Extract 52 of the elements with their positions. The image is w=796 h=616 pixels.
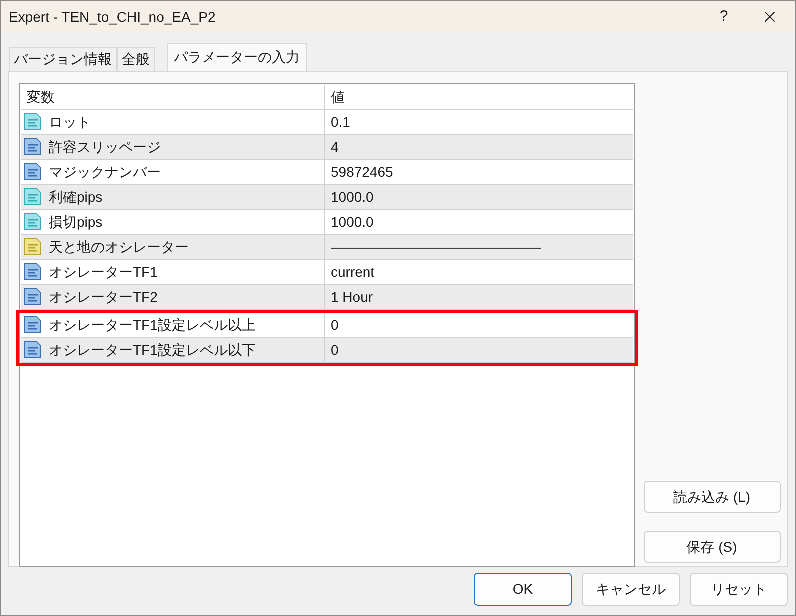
table-row[interactable]: オシレーターTF1設定レベル以上 0 bbox=[21, 313, 633, 338]
table-row[interactable]: マジックナンバー 59872465 bbox=[21, 160, 633, 185]
table-row[interactable]: ロット 0.1 bbox=[21, 110, 633, 135]
number-icon bbox=[23, 340, 43, 360]
parameter-value: current bbox=[331, 262, 375, 282]
parameter-value: 1000.0 bbox=[331, 188, 374, 206]
number-icon bbox=[23, 137, 43, 157]
parameter-value: ——————————————— bbox=[331, 238, 541, 256]
help-button[interactable]: ? bbox=[701, 1, 747, 33]
fraction-icon bbox=[23, 187, 43, 207]
column-header[interactable]: 値 bbox=[331, 86, 345, 108]
parameter-value: 0 bbox=[331, 340, 339, 360]
parameter-value: 0.1 bbox=[331, 112, 350, 132]
dialog-button[interactable]: リセット bbox=[690, 573, 788, 606]
table-row[interactable]: オシレーターTF2 1 Hour bbox=[21, 285, 633, 310]
side-button[interactable]: 保存 (S) bbox=[644, 531, 780, 563]
parameter-value: 4 bbox=[331, 138, 339, 156]
table-row[interactable]: 損切pips 1000.0 bbox=[21, 210, 633, 235]
number-icon bbox=[23, 315, 43, 335]
parameter-value: 1000.0 bbox=[331, 212, 374, 232]
table-row[interactable]: オシレーターTF1設定レベル以下 0 bbox=[21, 338, 633, 363]
side-button[interactable]: 読み込み (L) bbox=[644, 481, 780, 513]
tab[interactable]: バージョン情報 bbox=[9, 47, 117, 71]
table-row[interactable]: オシレーターTF1 current bbox=[21, 260, 633, 285]
parameter-name: オシレーターTF1 bbox=[49, 262, 158, 282]
number-icon bbox=[23, 162, 43, 182]
parameter-name: マジックナンバー bbox=[49, 162, 161, 182]
fraction-icon bbox=[23, 112, 43, 132]
parameter-name: オシレーターTF2 bbox=[49, 288, 158, 306]
table-row[interactable]: 許容スリッページ 4 bbox=[21, 135, 633, 160]
parameter-name: ロット bbox=[49, 112, 91, 132]
parameter-name: 許容スリッページ bbox=[49, 138, 161, 156]
tab[interactable]: パラメーターの入力 bbox=[167, 43, 307, 71]
table-row[interactable]: 天と地のオシレーター ——————————————— bbox=[21, 235, 633, 260]
tab[interactable]: 全般 bbox=[117, 47, 155, 71]
parameter-name: オシレーターTF1設定レベル以上 bbox=[49, 316, 256, 334]
dialog-button[interactable]: キャンセル bbox=[582, 573, 680, 606]
fraction-icon bbox=[23, 212, 43, 232]
parameter-value: 1 Hour bbox=[331, 288, 374, 306]
window-title: Expert - TEN_to_CHI_no_EA_P2 bbox=[9, 8, 217, 27]
parameter-value: 59872465 bbox=[331, 162, 394, 182]
parameter-name: 利確pips bbox=[49, 188, 103, 207]
dialog-button[interactable]: OK bbox=[474, 573, 572, 606]
letters-icon bbox=[23, 237, 43, 257]
number-icon bbox=[23, 262, 43, 282]
column-header[interactable]: 変数 bbox=[27, 86, 55, 108]
table-row[interactable]: 利確pips 1000.0 bbox=[21, 185, 633, 210]
number-icon bbox=[23, 287, 43, 307]
parameter-name: オシレーターTF1設定レベル以下 bbox=[49, 340, 256, 360]
parameter-value: 0 bbox=[331, 316, 339, 334]
parameter-name: 損切pips bbox=[49, 212, 103, 232]
parameter-name: 天と地のオシレーター bbox=[49, 238, 189, 256]
